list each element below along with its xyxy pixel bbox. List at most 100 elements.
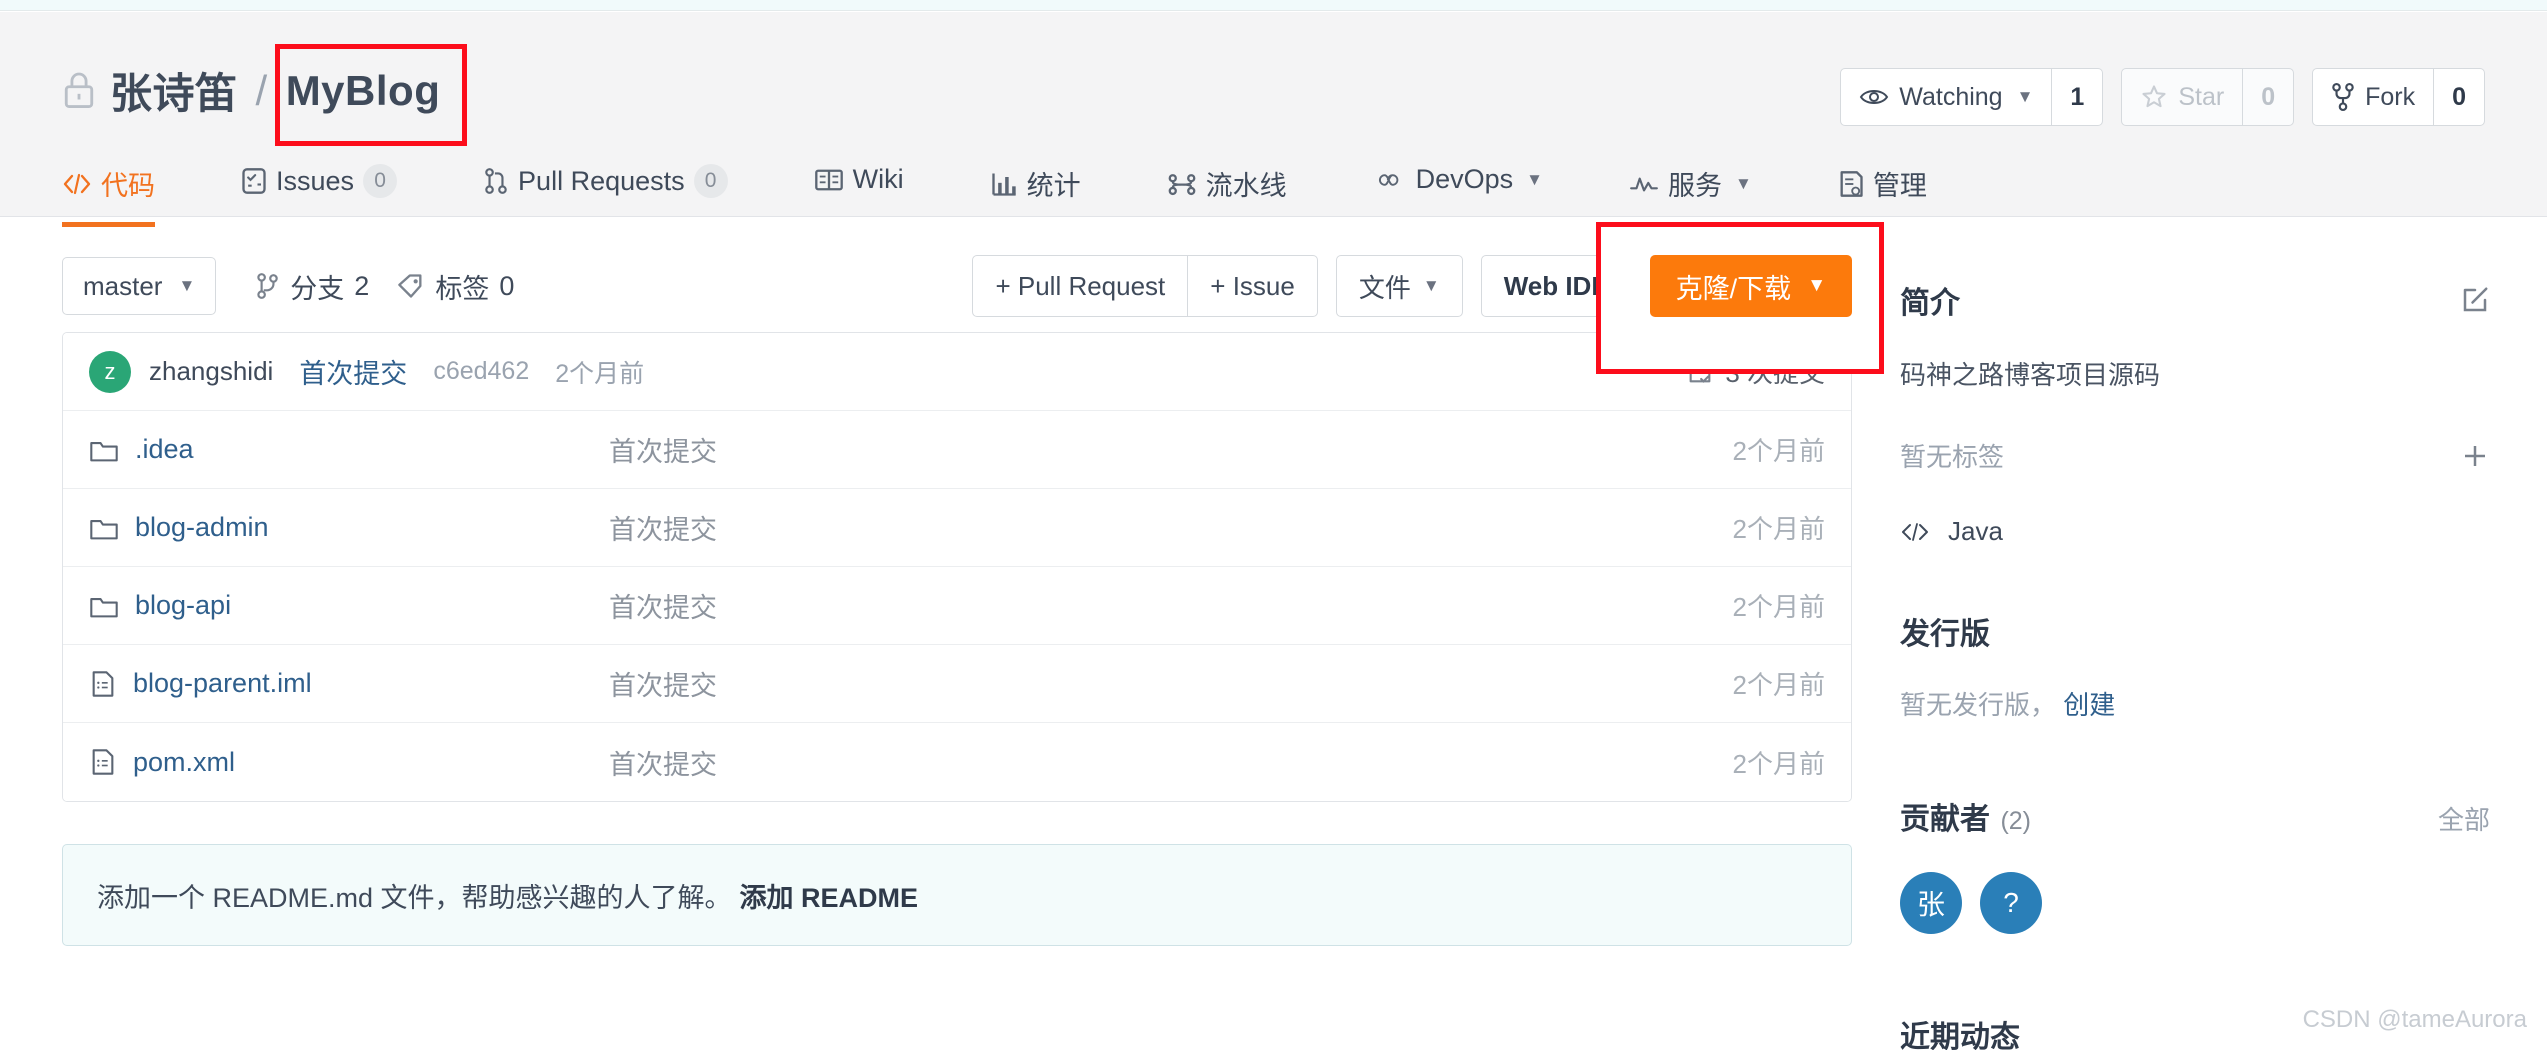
file-commit-time: 2个月前: [1732, 514, 1825, 544]
tags-label: 标签: [435, 273, 490, 304]
file-commit-time: 2个月前: [1732, 592, 1825, 622]
code-icon: [1900, 521, 1930, 543]
table-row[interactable]: blog-api 首次提交 2个月前: [63, 567, 1851, 645]
table-row[interactable]: .idea 首次提交 2个月前: [63, 411, 1851, 489]
clone-download-button[interactable]: 克隆/下载 ▼: [1649, 255, 1852, 317]
file-name-cell[interactable]: blog-api: [89, 590, 609, 621]
chart-icon: [990, 171, 1018, 197]
edit-icon[interactable]: [2460, 285, 2490, 315]
tab-wiki[interactable]: Wiki: [814, 164, 904, 219]
releases-section-header: 发行版: [1900, 609, 2490, 653]
star-button[interactable]: Star: [2122, 69, 2242, 125]
repository-page: 张诗笛 / MyBlog Watching ▼ 1 Star 0 Fork 0 …: [0, 0, 2547, 1050]
tab-services[interactable]: 服务 ▼: [1629, 164, 1752, 227]
table-row[interactable]: pom.xml 首次提交 2个月前: [63, 723, 1851, 801]
add-tag-icon[interactable]: [2460, 441, 2490, 471]
file-icon: [89, 670, 117, 698]
watch-count[interactable]: 1: [2051, 69, 2102, 125]
tab-issues-label: Issues: [276, 165, 355, 196]
create-release-link[interactable]: 创建: [2063, 690, 2115, 720]
contributors-count: (2): [2000, 807, 2032, 835]
file-commit-message: 首次提交: [609, 437, 717, 467]
fork-count[interactable]: 0: [2433, 69, 2484, 125]
tab-pull-requests[interactable]: Pull Requests 0: [483, 164, 728, 222]
fork-label: Fork: [2365, 82, 2416, 111]
avatar[interactable]: z: [89, 350, 131, 393]
commit-author[interactable]: zhangshidi: [149, 356, 273, 387]
file-name-cell[interactable]: pom.xml: [89, 747, 609, 778]
commit-sha[interactable]: c6ed462: [433, 357, 529, 386]
top-strip: [0, 0, 2547, 11]
tab-management[interactable]: 管理: [1838, 164, 1927, 227]
pulse-icon: [1629, 173, 1659, 195]
commit-count-link[interactable]: 3 次提交: [1687, 353, 1825, 390]
star-count[interactable]: 0: [2242, 69, 2293, 125]
star-icon: [2140, 83, 2168, 111]
lock-icon: [62, 71, 96, 111]
file-name-cell[interactable]: blog-admin: [89, 512, 609, 543]
tab-pipeline[interactable]: 流水线: [1167, 164, 1287, 227]
repo-name[interactable]: MyBlog: [286, 67, 441, 115]
file-name: .idea: [135, 434, 194, 464]
commit-time: 2个月前: [555, 359, 645, 388]
tab-pipeline-label: 流水线: [1205, 171, 1287, 201]
commit-message[interactable]: 首次提交: [299, 352, 407, 391]
branches-stat[interactable]: 分支 2: [254, 267, 369, 306]
watch-button-group[interactable]: Watching ▼ 1: [1840, 68, 2104, 126]
tags-count: 0: [499, 270, 515, 301]
repo-owner[interactable]: 张诗笛: [110, 60, 238, 121]
chevron-down-icon: ▼: [1422, 276, 1440, 295]
clone-download-label: 克隆/下载: [1675, 273, 1792, 304]
chevron-down-icon: ▼: [178, 276, 196, 295]
chevron-down-icon: ▼: [1735, 173, 1752, 193]
tab-statistics-label: 统计: [1026, 171, 1081, 201]
add-readme-link[interactable]: 添加 README: [740, 876, 919, 915]
new-pull-request-button[interactable]: + Pull Request: [972, 255, 1189, 317]
pipeline-icon: [1167, 171, 1197, 197]
star-button-group[interactable]: Star 0: [2121, 68, 2295, 126]
commit-count-label: 3 次提交: [1725, 358, 1825, 388]
web-ide-button[interactable]: Web IDE: [1480, 255, 1632, 317]
contributors-section-header: 贡献者 (2) 全部: [1900, 794, 2490, 838]
repository-sidebar: 简介 码神之路博客项目源码 暂无标签 Java 发行版 暂无发行版， 创建 贡献…: [1900, 278, 2490, 1050]
tab-issues[interactable]: Issues 0: [241, 164, 398, 222]
branches-count: 2: [354, 270, 370, 301]
readme-callout: 添加一个 README.md 文件，帮助感兴趣的人了解。 添加 README: [62, 844, 1852, 946]
file-commit-time: 2个月前: [1732, 670, 1825, 700]
folder-icon: [89, 593, 119, 619]
folder-icon: [89, 515, 119, 541]
avatar[interactable]: ?: [1980, 872, 2042, 934]
releases-empty-label: 暂无发行版，: [1900, 690, 2057, 720]
tab-statistics[interactable]: 统计: [990, 164, 1081, 227]
avatar[interactable]: 张: [1900, 872, 1962, 934]
tags-stat[interactable]: 标签 0: [397, 267, 514, 306]
fork-button[interactable]: Fork: [2313, 69, 2433, 125]
chevron-down-icon: ▼: [1807, 275, 1826, 296]
about-section-header: 简介: [1900, 278, 2490, 322]
table-row[interactable]: blog-parent.iml 首次提交 2个月前: [63, 645, 1851, 723]
contributors-all-link[interactable]: 全部: [2438, 800, 2490, 837]
watermark: CSDN @tameAurora: [2302, 1006, 2527, 1033]
branch-selector[interactable]: master ▼: [62, 257, 217, 315]
tab-devops[interactable]: DevOps ▼: [1373, 164, 1543, 219]
file-icon: [89, 748, 117, 776]
new-issue-button[interactable]: + Issue: [1187, 255, 1318, 317]
file-name: pom.xml: [133, 746, 236, 777]
contributors-title: 贡献者: [1900, 803, 1990, 836]
tab-wiki-label: Wiki: [852, 164, 904, 194]
file-name: blog-parent.iml: [133, 668, 312, 698]
fork-button-group[interactable]: Fork 0: [2312, 68, 2485, 126]
file-name-cell[interactable]: blog-parent.iml: [89, 668, 609, 699]
file-name-cell[interactable]: .idea: [89, 434, 609, 465]
infinity-icon: [1373, 169, 1407, 191]
tab-code[interactable]: 代码: [62, 164, 155, 227]
files-dropdown-button[interactable]: 文件 ▼: [1335, 255, 1463, 317]
watch-button[interactable]: Watching ▼: [1841, 69, 2051, 125]
tab-code-label: 代码: [101, 171, 155, 201]
file-name: blog-admin: [135, 512, 269, 542]
file-commit-time: 2个月前: [1732, 436, 1825, 466]
language-label: Java: [1948, 516, 2003, 546]
table-row[interactable]: blog-admin 首次提交 2个月前: [63, 489, 1851, 567]
file-commit-message: 首次提交: [609, 515, 717, 545]
language-row[interactable]: Java: [1900, 516, 2490, 547]
